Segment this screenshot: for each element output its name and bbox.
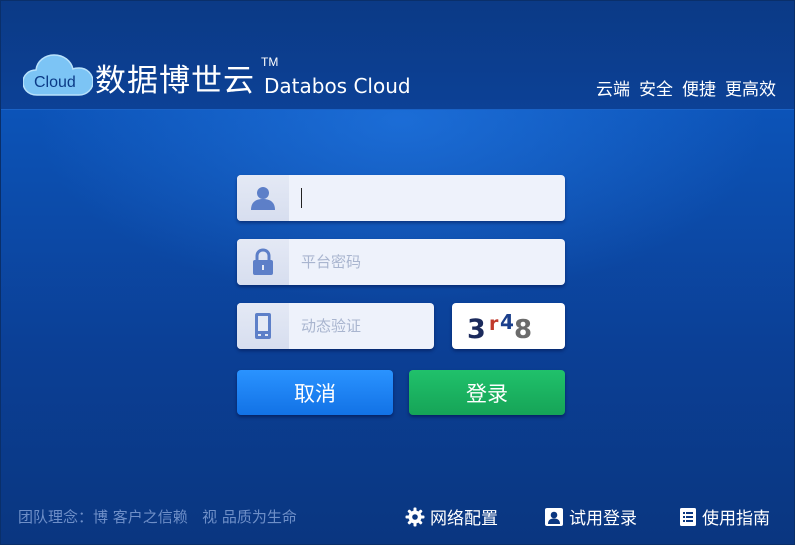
text-caret xyxy=(301,188,302,208)
login-button[interactable]: 登录 xyxy=(409,370,565,415)
slogan-item: 便捷 xyxy=(682,80,716,100)
username-icon-box xyxy=(237,175,289,221)
captcha-char: 8 xyxy=(514,315,533,345)
brand-name-cn: 数据博世云 xyxy=(95,63,255,99)
logo-cloud-text: Cloud xyxy=(34,74,76,91)
password-icon-box xyxy=(237,239,289,285)
captcha-char: r xyxy=(489,313,499,335)
verify-code-icon-box xyxy=(237,303,289,349)
username-field xyxy=(237,175,565,221)
slogan: 云端 安全 便捷 更高效 xyxy=(596,75,776,100)
login-window: Cloud 数据博世云 TM Databos Cloud 云端 安全 便捷 更高… xyxy=(0,0,795,545)
captcha-image[interactable]: 3 r 4 8 xyxy=(452,303,565,349)
brand-name-en: Databos Cloud xyxy=(264,74,411,98)
trademark: TM xyxy=(261,55,279,69)
header: Cloud 数据博世云 TM Databos Cloud 云端 安全 便捷 更高… xyxy=(1,1,794,110)
team-motto: 团队理念：博 客户之信赖 视 品质为生命 xyxy=(18,508,297,526)
verify-code-input[interactable] xyxy=(289,303,431,349)
password-input[interactable] xyxy=(289,239,561,285)
user-guide-label: 使用指南 xyxy=(702,509,770,529)
id-card-icon xyxy=(545,507,563,526)
gear-icon xyxy=(405,507,425,526)
verify-code-field xyxy=(237,303,434,349)
user-icon xyxy=(251,187,275,210)
trial-login-link[interactable]: 试用登录 xyxy=(544,504,637,529)
lock-icon xyxy=(253,248,273,275)
username-input[interactable] xyxy=(289,175,561,221)
password-field xyxy=(237,239,565,285)
slogan-item: 安全 xyxy=(639,80,673,100)
user-guide-link[interactable]: 使用指南 xyxy=(679,504,770,529)
phone-icon xyxy=(255,313,271,339)
network-config-label: 网络配置 xyxy=(430,509,498,529)
trial-login-label: 试用登录 xyxy=(569,509,637,529)
cancel-button[interactable]: 取消 xyxy=(237,370,393,415)
captcha-char: 4 xyxy=(500,310,514,334)
network-config-link[interactable]: 网络配置 xyxy=(405,504,498,529)
slogan-item: 云端 xyxy=(596,80,630,100)
document-list-icon xyxy=(680,507,696,526)
slogan-item: 更高效 xyxy=(725,80,776,100)
captcha-char: 3 xyxy=(467,314,486,345)
